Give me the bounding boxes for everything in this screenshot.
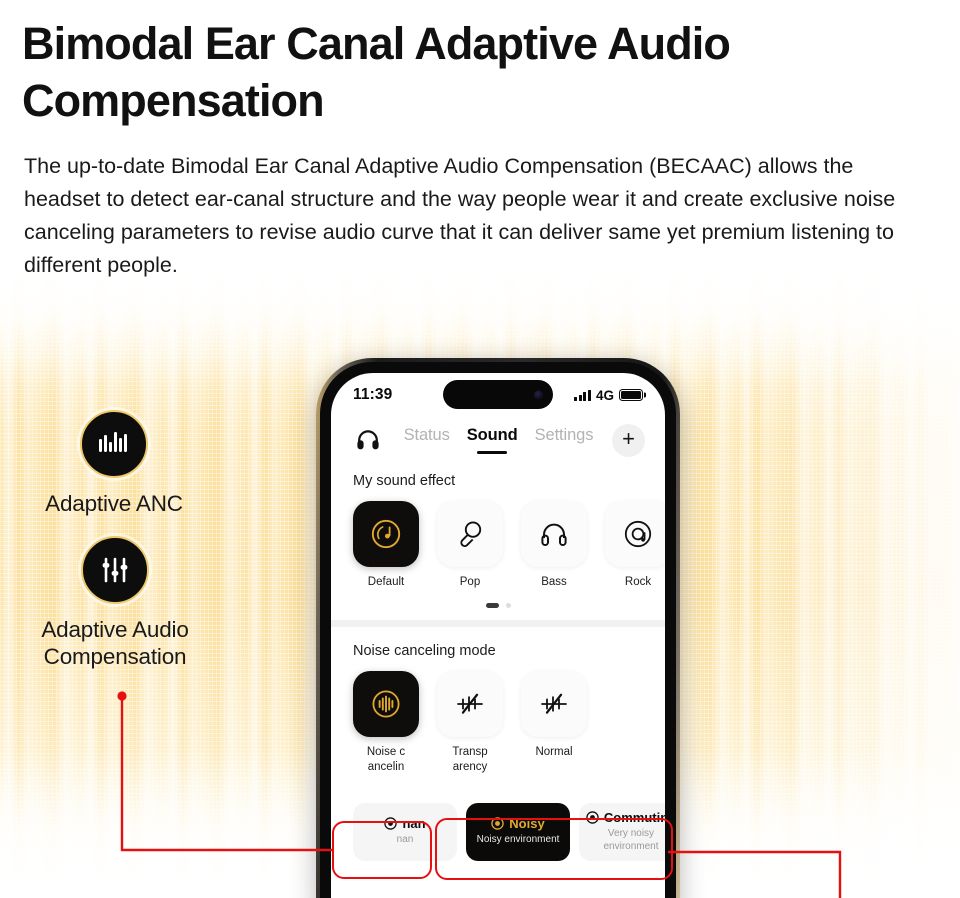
anc-mode-noise-canceling[interactable]: Noise c ancelin bbox=[353, 671, 419, 775]
network-type-label: 4G bbox=[595, 387, 614, 403]
tab-settings[interactable]: Settings bbox=[535, 426, 594, 454]
phone-mockup: 11:39 4G Status Sound Settings + My soun… bbox=[316, 358, 680, 898]
sound-effect-list: Default Pop Bass Rock bbox=[331, 501, 665, 590]
target-icon bbox=[491, 817, 505, 831]
page-title: Bimodal Ear Canal Adaptive Audio Compens… bbox=[22, 18, 731, 126]
chip-subtitle: Very noisy environment bbox=[603, 828, 659, 852]
vinyl-note-icon bbox=[353, 501, 419, 567]
equalizer-bars-icon bbox=[80, 410, 148, 478]
headphones-icon bbox=[521, 501, 587, 567]
chip-title: nan bbox=[402, 816, 426, 832]
slider-faders-icon bbox=[81, 536, 149, 604]
anc-section-title: Noise canceling mode bbox=[353, 643, 496, 660]
scene-chip-list[interactable]: nan nan Noisy Noisy environment Commutin… bbox=[331, 802, 665, 861]
sound-effect-label: Pop bbox=[459, 576, 481, 588]
sound-effect-label: Rock bbox=[624, 576, 652, 588]
plus-icon: + bbox=[622, 425, 635, 451]
noise-waveform-icon bbox=[353, 671, 419, 738]
front-camera-icon bbox=[534, 390, 543, 399]
intro-paragraph: The up-to-date Bimodal Ear Canal Adaptiv… bbox=[24, 154, 896, 277]
scene-chip-nan[interactable]: nan nan bbox=[353, 802, 457, 861]
chip-header: nan bbox=[384, 816, 426, 832]
nav-tabs: Status Sound Settings bbox=[385, 426, 612, 454]
tab-sound[interactable]: Sound bbox=[467, 426, 518, 454]
chip-header: Noisy bbox=[491, 816, 545, 832]
feature-label: Adaptive ANC bbox=[45, 491, 183, 516]
chip-header: Commuting bbox=[586, 810, 665, 825]
record-note-icon bbox=[605, 501, 665, 567]
background-fade-right bbox=[750, 268, 960, 898]
anc-mode-label: Normal bbox=[535, 746, 573, 759]
sound-effect-rock[interactable]: Rock bbox=[605, 501, 665, 590]
tab-status[interactable]: Status bbox=[404, 426, 450, 454]
phone-screen: 11:39 4G Status Sound Settings + My soun… bbox=[331, 373, 665, 898]
dynamic-island bbox=[443, 380, 553, 409]
headphones-icon[interactable] bbox=[351, 423, 385, 457]
chip-subtitle: nan bbox=[396, 834, 414, 846]
microphone-icon bbox=[437, 501, 503, 567]
scene-chip-commuting[interactable]: Commuting Very noisy environment bbox=[579, 802, 665, 861]
feature-label: Adaptive Audio Compensation bbox=[41, 617, 189, 669]
status-bar: 11:39 4G bbox=[331, 373, 665, 417]
app-navigation-bar: Status Sound Settings + bbox=[331, 417, 665, 457]
status-indicators: 4G bbox=[574, 388, 643, 403]
signal-bars-icon bbox=[574, 389, 591, 401]
target-icon bbox=[384, 817, 398, 831]
sound-effect-label: Bass bbox=[541, 576, 567, 588]
sound-section-title: My sound effect bbox=[353, 473, 456, 489]
chip-title: Commuting bbox=[603, 810, 665, 826]
chip-subtitle: Noisy environment bbox=[476, 834, 560, 846]
feature-adaptive-audio-compensation: Adaptive Audio Compensation bbox=[10, 536, 220, 670]
page-dot-active[interactable] bbox=[485, 603, 499, 609]
add-device-button[interactable]: + bbox=[612, 423, 645, 457]
anc-mode-label: Transp arency bbox=[452, 746, 488, 774]
anc-mode-list: Noise c ancelin Transp arency Normal bbox=[331, 671, 665, 775]
scene-chip-noisy[interactable]: Noisy Noisy environment bbox=[466, 802, 570, 861]
sound-effect-label: Default bbox=[367, 576, 405, 588]
page-dot[interactable] bbox=[505, 603, 511, 609]
page-indicator bbox=[331, 603, 665, 609]
section-divider bbox=[331, 620, 665, 628]
anc-mode-label: Noise c ancelin bbox=[366, 746, 406, 774]
sound-crossed-icon bbox=[437, 671, 503, 738]
sound-effect-bass[interactable]: Bass bbox=[521, 501, 587, 590]
status-time: 11:39 bbox=[353, 386, 393, 403]
chip-title: Noisy bbox=[509, 816, 545, 832]
feature-adaptive-anc: Adaptive ANC bbox=[14, 410, 214, 517]
page-root: Bimodal Ear Canal Adaptive Audio Compens… bbox=[0, 0, 960, 898]
sound-effect-pop[interactable]: Pop bbox=[437, 501, 503, 590]
sound-effect-default[interactable]: Default bbox=[353, 501, 419, 590]
battery-full-icon bbox=[619, 389, 643, 401]
target-icon bbox=[586, 811, 599, 825]
anc-mode-normal[interactable]: Normal bbox=[521, 671, 587, 775]
anc-mode-transparency[interactable]: Transp arency bbox=[437, 671, 503, 775]
sound-crossed-icon bbox=[521, 671, 587, 738]
